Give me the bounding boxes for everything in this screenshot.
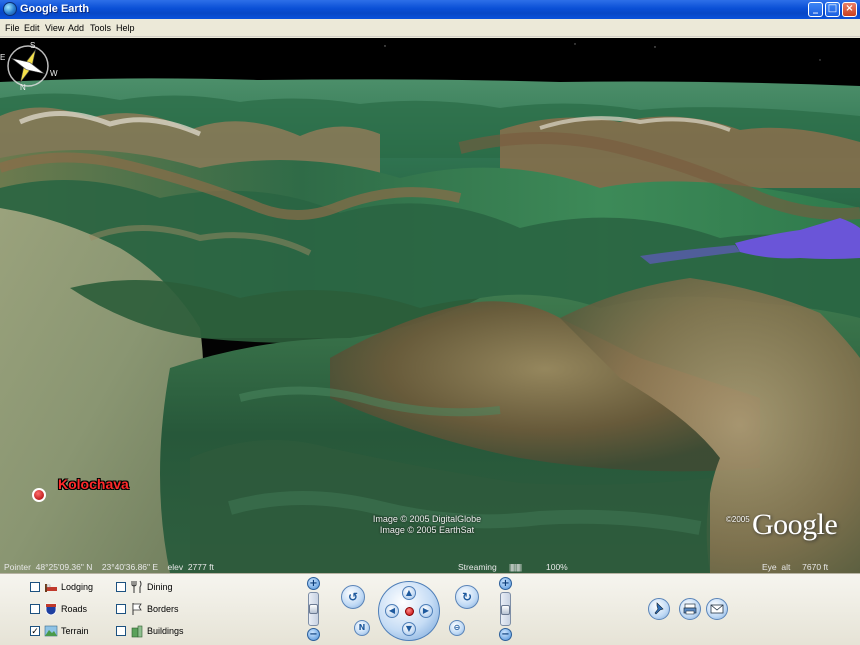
tilt-slider[interactable] bbox=[500, 592, 511, 626]
terrain-rendering bbox=[0, 38, 860, 573]
layer-lodging-label: Lodging bbox=[61, 582, 94, 592]
control-panel: Lodging Dining Roads Borders ✓ Terrain B… bbox=[0, 573, 860, 645]
envelope-icon bbox=[710, 604, 724, 614]
google-earth-globe-icon bbox=[3, 2, 17, 16]
menu-view[interactable]: View bbox=[45, 22, 64, 34]
layer-buildings[interactable]: Buildings bbox=[116, 624, 196, 638]
pointer-coordinates: Pointer 48°25'09.36" N 23°40'36.86" E el… bbox=[4, 562, 214, 572]
layer-lodging-checkbox[interactable] bbox=[30, 582, 40, 592]
building-icon bbox=[131, 625, 143, 638]
placemark-pin-icon[interactable] bbox=[32, 488, 46, 502]
menu-bar: File Edit View Add Tools Help bbox=[0, 19, 860, 37]
move-left-arrow-icon[interactable]: ◀ bbox=[385, 604, 399, 618]
add-placemark-button[interactable] bbox=[648, 598, 670, 620]
title-bar: Google Earth _ □ × bbox=[0, 0, 860, 19]
move-up-arrow-icon[interactable]: ▲ bbox=[402, 586, 416, 600]
layer-lodging[interactable]: Lodging bbox=[30, 580, 110, 594]
layer-buildings-checkbox[interactable] bbox=[116, 626, 126, 636]
navigation-dpad[interactable]: ▲ ▼ ◀ ▶ bbox=[378, 581, 440, 641]
maximize-button[interactable]: □ bbox=[825, 2, 840, 17]
layer-roads-checkbox[interactable] bbox=[30, 604, 40, 614]
print-button[interactable] bbox=[679, 598, 701, 620]
reset-tilt-button[interactable]: ⊖ bbox=[449, 620, 465, 636]
close-button[interactable]: × bbox=[842, 2, 857, 17]
move-right-arrow-icon[interactable]: ▶ bbox=[419, 604, 433, 618]
email-button[interactable] bbox=[706, 598, 728, 620]
fork-knife-icon bbox=[131, 580, 142, 593]
layer-buildings-label: Buildings bbox=[147, 626, 184, 636]
move-down-arrow-icon[interactable]: ▼ bbox=[402, 622, 416, 636]
earth-3d-view[interactable]: Kolochava N E W S Image © 2005 DigitalGl… bbox=[0, 38, 860, 573]
dpad-center-icon[interactable] bbox=[405, 607, 414, 616]
layer-dining-label: Dining bbox=[147, 582, 173, 592]
layer-terrain-checkbox[interactable]: ✓ bbox=[30, 626, 40, 636]
status-strip: Pointer 48°25'09.36" N 23°40'36.86" E el… bbox=[0, 561, 860, 573]
compass-icon[interactable]: N E W S bbox=[0, 38, 58, 92]
layer-terrain[interactable]: ✓ Terrain bbox=[30, 624, 110, 638]
compass-south-letter: S bbox=[30, 41, 35, 50]
pushpin-icon bbox=[654, 602, 664, 615]
layer-dining-checkbox[interactable] bbox=[116, 582, 126, 592]
menu-tools[interactable]: Tools bbox=[90, 22, 111, 34]
compass-north-letter: N bbox=[20, 83, 26, 92]
layer-terrain-label: Terrain bbox=[61, 626, 89, 636]
streaming-label: Streaming bbox=[458, 562, 497, 572]
zoom-slider[interactable] bbox=[308, 592, 319, 626]
printer-icon bbox=[683, 603, 697, 615]
streaming-progress-bar: |||||||||| bbox=[509, 562, 522, 572]
layer-dining[interactable]: Dining bbox=[116, 580, 196, 594]
google-logo: Google bbox=[752, 508, 838, 541]
flag-icon bbox=[132, 603, 142, 615]
placemark-label-kolochava[interactable]: Kolochava bbox=[58, 476, 129, 492]
road-shield-icon bbox=[45, 603, 57, 616]
zoom-in-button[interactable]: + bbox=[307, 577, 320, 590]
menu-edit[interactable]: Edit bbox=[24, 22, 40, 34]
compass-west-letter: W bbox=[50, 69, 58, 78]
rotate-counterclockwise-button[interactable]: ↺ bbox=[341, 585, 365, 609]
compass-east-letter: E bbox=[0, 53, 5, 62]
reset-north-button[interactable]: N bbox=[354, 620, 370, 636]
menu-help[interactable]: Help bbox=[116, 22, 135, 34]
zoom-slider-thumb[interactable] bbox=[309, 604, 318, 614]
minimize-button[interactable]: _ bbox=[808, 2, 823, 17]
menu-file[interactable]: File bbox=[5, 22, 20, 34]
window-title: Google Earth bbox=[20, 3, 90, 15]
tilt-up-button[interactable]: + bbox=[499, 577, 512, 590]
terrain-icon bbox=[44, 625, 58, 637]
imagery-credit-earthsat: Image © 2005 EarthSat bbox=[379, 525, 475, 535]
tilt-down-button[interactable]: − bbox=[499, 628, 512, 641]
layer-borders-checkbox[interactable] bbox=[116, 604, 126, 614]
bed-icon bbox=[45, 584, 57, 592]
eye-altitude: Eye alt 7670 ft bbox=[762, 562, 829, 572]
google-earth-window: Google Earth _ □ × File Edit View Add To… bbox=[0, 0, 860, 645]
tilt-slider-thumb[interactable] bbox=[501, 605, 510, 615]
streaming-percent: 100% bbox=[546, 562, 568, 572]
layer-borders-label: Borders bbox=[147, 604, 179, 614]
layer-roads[interactable]: Roads bbox=[30, 602, 110, 616]
copyright-year: ©2005 bbox=[726, 515, 750, 524]
layer-roads-label: Roads bbox=[61, 604, 88, 614]
layer-borders[interactable]: Borders bbox=[116, 602, 196, 616]
zoom-out-button[interactable]: − bbox=[307, 628, 320, 641]
menu-add[interactable]: Add bbox=[68, 22, 84, 34]
rotate-clockwise-button[interactable]: ↻ bbox=[455, 585, 479, 609]
